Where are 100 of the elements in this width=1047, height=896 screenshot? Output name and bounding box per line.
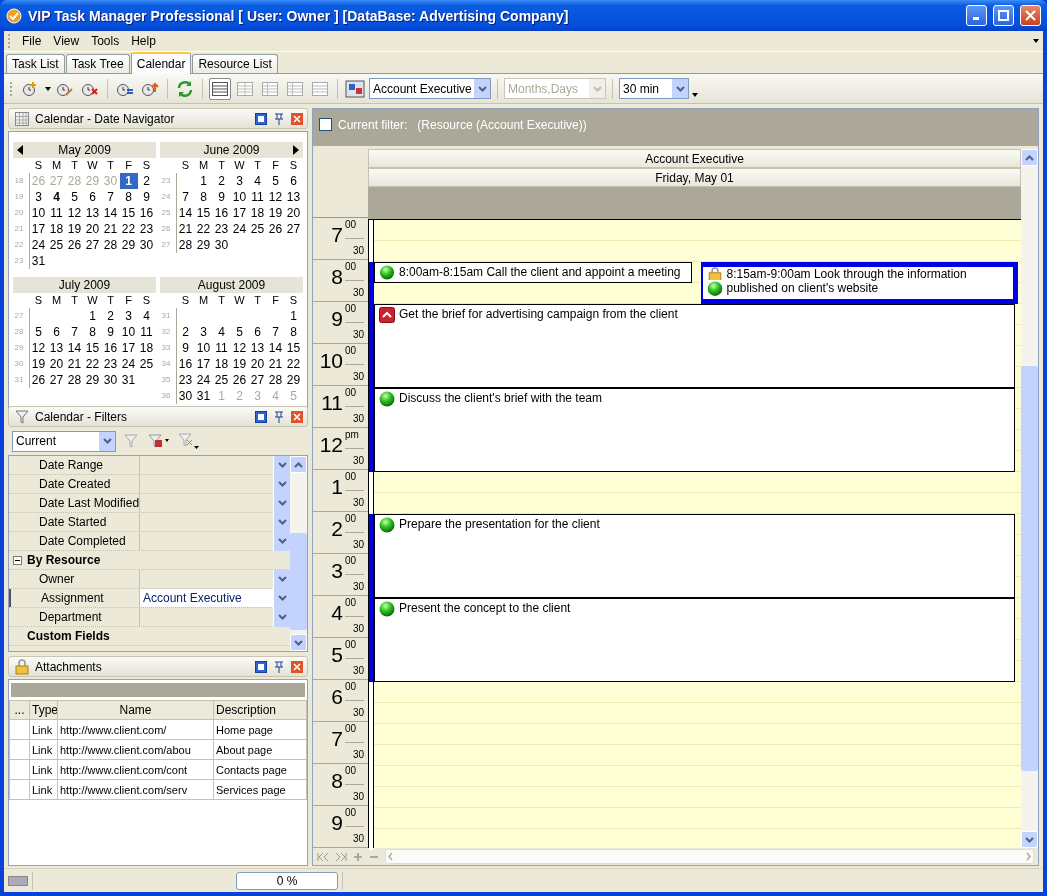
calendar-day[interactable]: 27 <box>47 372 66 388</box>
calendar-day[interactable]: 5 <box>65 189 84 205</box>
calendar-day[interactable]: 3 <box>119 308 138 324</box>
resource-icon[interactable] <box>345 79 365 98</box>
calendar-day[interactable]: 13 <box>83 205 102 221</box>
calendar-day[interactable]: 27 <box>248 372 267 388</box>
calendar-day[interactable]: 25 <box>137 356 156 372</box>
calendar-day[interactable]: 19 <box>230 356 249 372</box>
dropdown-button[interactable] <box>98 431 115 451</box>
calendar-day[interactable]: 6 <box>284 173 303 189</box>
calendar-day[interactable]: 4 <box>248 173 267 189</box>
next-month-icon[interactable] <box>293 145 299 155</box>
resource-select[interactable]: Account Executive <box>369 78 491 99</box>
calendar-day[interactable]: 18 <box>47 221 66 237</box>
menu-item[interactable]: Help <box>126 32 161 50</box>
calendar-day[interactable]: 30 <box>137 237 156 253</box>
funnel-save-icon[interactable] <box>148 433 170 449</box>
calendar-day[interactable]: 21 <box>101 221 120 237</box>
calendar-day[interactable]: 19 <box>266 205 285 221</box>
calendar-day[interactable]: 5 <box>29 324 48 340</box>
calendar-day[interactable]: 10 <box>119 324 138 340</box>
calendar-day[interactable]: 15 <box>83 340 102 356</box>
calendar-day[interactable]: 26 <box>65 237 84 253</box>
calendar-day[interactable]: 12 <box>230 340 249 356</box>
restore-icon[interactable] <box>255 410 267 423</box>
filter-preset-select[interactable]: Current <box>12 430 116 452</box>
caret-icon[interactable] <box>45 86 51 91</box>
calendar-day[interactable]: 1 <box>119 173 138 189</box>
calendar-day[interactable]: 7 <box>65 324 84 340</box>
calendar-day[interactable]: 4 <box>212 324 231 340</box>
calendar-day[interactable]: 13 <box>47 340 66 356</box>
calendar-day[interactable]: 21 <box>65 356 84 372</box>
calendar-day[interactable]: 25 <box>212 372 231 388</box>
calendar-day[interactable]: 7 <box>101 189 120 205</box>
calendar-day[interactable]: 30 <box>101 372 120 388</box>
calendar-day[interactable]: 4 <box>47 189 66 205</box>
menu-item[interactable]: View <box>48 32 85 50</box>
calendar-day[interactable]: 8 <box>83 324 102 340</box>
calendar-day[interactable]: 28 <box>101 237 120 253</box>
calendar-day[interactable]: 29 <box>83 372 102 388</box>
calendar-day[interactable]: 6 <box>83 189 102 205</box>
close-button[interactable] <box>1020 5 1041 26</box>
calendar-day[interactable]: 22 <box>83 356 102 372</box>
calendar-day[interactable]: 16 <box>137 205 156 221</box>
event[interactable]: 8:15am-9:00am Look through the information published on client's website <box>700 261 1018 304</box>
calendar-day[interactable]: 8 <box>194 189 213 205</box>
time-slots[interactable] <box>374 219 1021 848</box>
calendar-day[interactable]: 24 <box>119 356 138 372</box>
calendar-day[interactable]: 29 <box>284 372 303 388</box>
event[interactable]: Prepare the presentation for the client <box>374 513 1015 598</box>
calendar-day[interactable]: 17 <box>194 356 213 372</box>
calendar-day[interactable]: 19 <box>29 356 48 372</box>
event[interactable]: Discuss the client's brief with the team <box>374 387 1015 472</box>
refresh-icon[interactable] <box>176 79 194 98</box>
calendar-day[interactable]: 23 <box>137 221 156 237</box>
calendar-day[interactable]: 24 <box>194 372 213 388</box>
calendar-day[interactable]: 7 <box>266 324 285 340</box>
calendar-day[interactable]: 1 <box>284 308 303 324</box>
calendar-day[interactable]: 17 <box>29 221 48 237</box>
calendar-day[interactable]: 15 <box>119 205 138 221</box>
tab[interactable]: Task Tree <box>65 54 130 73</box>
calendar-day[interactable]: 8 <box>119 189 138 205</box>
pin-icon[interactable] <box>273 112 285 125</box>
calendar-day[interactable]: 5 <box>230 324 249 340</box>
calendar-day[interactable]: 20 <box>284 205 303 221</box>
column-header[interactable]: ... <box>9 700 30 720</box>
restore-icon[interactable] <box>255 112 267 125</box>
calendar-day[interactable]: 15 <box>284 340 303 356</box>
calendar-day[interactable]: 9 <box>212 189 231 205</box>
funnel-clear-icon[interactable] <box>178 432 200 450</box>
close-icon[interactable] <box>291 660 303 673</box>
calendar-day[interactable]: 1 <box>194 173 213 189</box>
calendar-day[interactable]: 23 <box>176 372 195 388</box>
calendar-day[interactable]: 8 <box>284 324 303 340</box>
calendar-day[interactable]: 5 <box>266 173 285 189</box>
maximize-button[interactable] <box>993 5 1014 26</box>
calendar-day[interactable]: 29 <box>194 237 213 253</box>
calendar-day[interactable]: 9 <box>101 324 120 340</box>
calendar-day[interactable]: 29 <box>119 237 138 253</box>
dropdown-button[interactable] <box>671 79 688 98</box>
menu-item[interactable]: File <box>17 32 47 50</box>
calendar-day[interactable]: 10 <box>230 189 249 205</box>
close-icon[interactable] <box>291 112 303 125</box>
calendar-day[interactable]: 27 <box>83 237 102 253</box>
pin-icon[interactable] <box>273 410 285 423</box>
menu-item[interactable]: Tools <box>86 32 125 50</box>
dropdown-button[interactable] <box>473 79 490 98</box>
calendar-day[interactable]: 2 <box>176 324 195 340</box>
calendar-day[interactable]: 26 <box>266 221 285 237</box>
calendar-day[interactable]: 12 <box>65 205 84 221</box>
caret-icon[interactable] <box>1033 39 1039 43</box>
calendar-day[interactable]: 6 <box>248 324 267 340</box>
calendar-day[interactable]: 9 <box>176 340 195 356</box>
calendar-day[interactable]: 14 <box>266 340 285 356</box>
calendar-day[interactable]: 20 <box>47 356 66 372</box>
calendar-day[interactable]: 13 <box>248 340 267 356</box>
calendar-day[interactable]: 11 <box>248 189 267 205</box>
scrollbar[interactable] <box>1021 149 1038 848</box>
calendar-day[interactable]: 1 <box>83 308 102 324</box>
calendar-day[interactable]: 7 <box>176 189 195 205</box>
